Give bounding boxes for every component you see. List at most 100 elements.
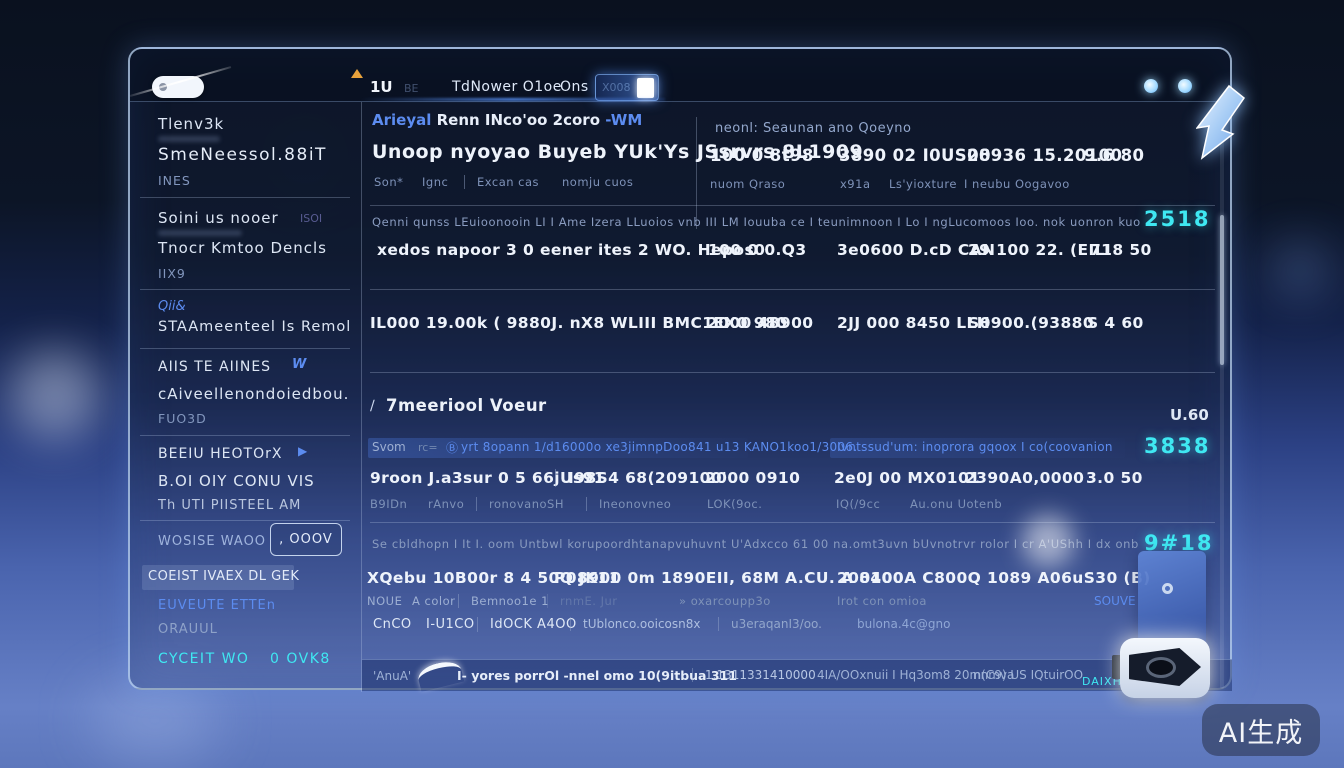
row-header: Se cbldhopn I It I. oom Untbwl korupoord… [372,537,1140,551]
tab-main[interactable]: TdNower O1oe [452,79,562,95]
scrollbar-thumb[interactable] [1220,215,1224,365]
row-sub: rnmE. Jur [547,594,618,608]
section-title: 7meeriool Voeur [386,396,547,415]
tab-active-label: X008 [602,81,631,94]
ooov-button-label: , OOOV [279,532,333,547]
divider [140,435,350,436]
circled-b-icon: Ⓑ [446,439,458,456]
flight-sub-item[interactable]: Excan cas [464,175,539,189]
scrollbar-track[interactable] [1220,109,1224,689]
sidebar-item-euveute[interactable]: EUVEUTE ETTEn [158,598,276,613]
row-cell: 718 50 [1090,241,1152,259]
sidebar-item-smeneessol[interactable]: SmeNeessol.88iT [158,145,327,165]
price-badge: 2518 [1144,207,1210,231]
statusbar-text: 4IA/OOxnuii I Hq3om8 20m(C9) US IQtuirOO [817,668,1083,682]
bokeh-glow [1270,240,1330,300]
sidebar-item-coeist-label: COEIST IVAEX DL GEK [148,569,299,584]
row-sub: Irot con omioa [837,594,927,608]
tab-active[interactable]: X008 [595,74,659,101]
row-sub: » oxarcoupp3o [679,594,771,608]
sidebar-item-caivee[interactable]: cAiveellenondoiedbou. [158,385,349,403]
sidebar-item-boioiy[interactable]: B.OI OIY CONU VIS [158,472,315,490]
stat-label: nuom Qraso [710,177,785,191]
stat-label: Ls'yioxture [889,177,957,191]
link-tag: rc= [418,441,438,454]
row-sub: IQ(/9cc [836,497,880,511]
flight-title: Arieyal Renn INco'oo 2coro -WM [372,111,642,129]
stat-label: x91a [840,177,871,191]
row-sub: Au.onu Uotenb [910,497,1002,511]
row-sub: rAnvo [428,497,464,511]
edit-icon: ∕ [370,398,375,414]
row-sub: Ineonovneo [586,497,671,511]
divider [370,522,1215,523]
stat-value: 100 0 8t98 [710,146,814,165]
row-cell: S0900.(93880 [968,314,1094,332]
sidebar-footer-count: 0 OVK8 [270,651,331,667]
app-window: 1U BE TdNower O1oe Ons X008 Tlenv3k SmeN… [128,47,1232,690]
flight-sub-item[interactable]: nomju cuos [562,175,633,189]
right-link[interactable]: Ivntssud'um: inoprora gqoox I co(coovani… [837,440,1113,454]
sidebar-item-iix9[interactable]: IIX9 [158,266,186,281]
flight-title-suffix: -WM [605,111,642,129]
sidebar-item-soini[interactable]: Soini us nooer [158,209,279,227]
tab-marker-icon [351,69,363,78]
window-control-dot[interactable] [1144,79,1158,93]
window-control-dot[interactable] [1178,79,1192,93]
sidebar-item-beeiu[interactable]: BEEIU HEOTOrX [158,446,282,462]
row-cell: 2390A0,0000 [965,469,1084,487]
sidebar-tag: ISOI [300,212,322,225]
row-cell: S 4 60 [1087,314,1144,332]
row-cell: 2000 48900 [707,314,813,332]
sidebar-item-ines[interactable]: INES [158,173,191,188]
bokeh-glow [90,680,220,760]
device-render [1138,551,1206,649]
left-link[interactable]: yrt 8opann 1/d16000o xe3jimnpDoo841 u13 … [461,440,857,454]
sidebar-item-tnocr[interactable]: Tnocr Kmtoo Dencls [158,239,327,257]
sidebar-item-coeist[interactable]: COEIST IVAEX DL GEK [142,565,294,590]
divider [696,117,697,229]
sidebar-item-tlenv[interactable]: Tlenv3k [158,115,224,133]
ai-watermark: AI生成 [1202,704,1320,756]
divider [140,197,350,198]
row-sub: NOUE [367,594,402,608]
statusbar-brand: 'AnuA' [373,669,411,683]
sidebar-item-orauul[interactable]: ORAUUL [158,622,218,637]
sidebar-item-fuo3d[interactable]: FUO3D [158,411,207,426]
flight-sub-item[interactable]: Son* [374,175,403,189]
souve-link[interactable]: SOUVE [1094,594,1136,608]
row-sub: ronovanoSH [476,497,564,511]
sidebar-footer-cyceit[interactable]: CYCEIT WO [158,651,249,667]
row-cell: 200100A C800Q 1089 A06uS30 (B) [837,569,1151,587]
statusbar-text: 1.1311331410000 [692,668,816,682]
tab-strip: 1U BE TdNower O1oe Ons X008 [130,49,1230,102]
flight-sub-item[interactable]: Ignc [422,175,448,189]
tab-glow-underline [360,98,665,101]
row-sub: A color [412,594,455,608]
app-icon-sub: BE [404,82,419,95]
tab-secondary[interactable]: Ons [560,79,589,95]
statusbar-text: nnmva [973,668,1014,682]
divider [370,372,1215,373]
ring-icon [1162,583,1173,594]
smudge-decoration [158,230,242,236]
row-cell: 100 0 0.Q3 [708,241,807,259]
sidebar-item-aiis[interactable]: AIIS TE AIINES [158,359,271,375]
row-cell: bulona.4c@gno [857,617,950,631]
row-cell: 2e0J 00 MX0101 [834,469,980,487]
w-icon: W [292,357,306,372]
sidebar-item-thuti[interactable]: Th UTI PIISTEEL AM [158,498,301,513]
row-cell: I98S4 68(209100' [555,469,727,487]
row-cell: 2000 0910 [705,469,800,487]
row-sub: LOK(9oc. [707,497,762,511]
ooov-button[interactable]: , OOOV [270,523,342,556]
link-prefix: Svom [372,440,406,454]
sidebar-item-staameenteel[interactable]: STAAmeenteel Is Remol [158,319,351,335]
sparkle-icon: Qii& [158,299,186,314]
cursor-arrow-icon [1196,84,1248,164]
stat-label: I neubu Oogavoo [964,177,1070,191]
app-icon[interactable]: 1U [370,78,393,96]
divider [140,348,350,349]
row-sub: Bemnoo1e 1 [458,594,549,608]
section-right-value: U.60 [1170,406,1209,424]
